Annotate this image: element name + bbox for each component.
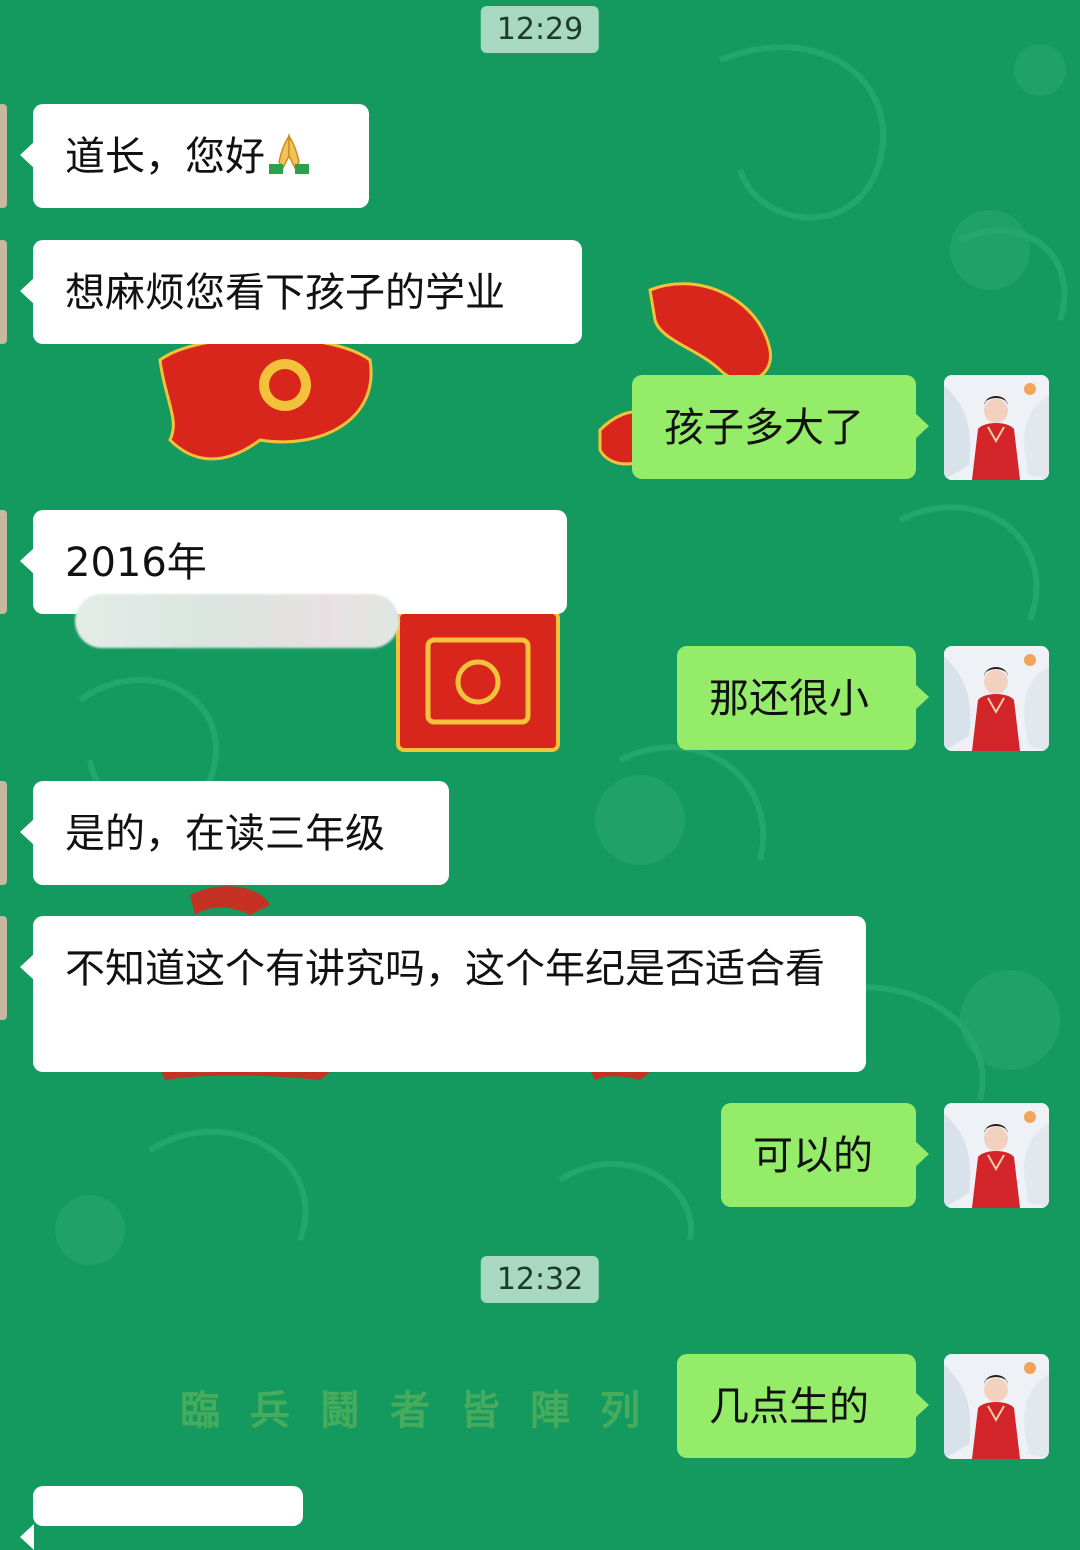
red-robed-figure-icon xyxy=(944,1354,1049,1459)
contact-avatar[interactable] xyxy=(0,916,7,1020)
self-avatar[interactable] xyxy=(944,646,1049,751)
red-fish-ornament xyxy=(158,336,373,461)
message-text: 可以的 xyxy=(753,1133,873,1179)
contact-avatar[interactable] xyxy=(0,240,7,344)
outgoing-message[interactable]: 可以的 xyxy=(721,1103,929,1207)
redacted-text xyxy=(75,594,399,648)
outgoing-message[interactable]: 几点生的 xyxy=(677,1354,929,1458)
message-text: 那还很小 xyxy=(709,676,869,722)
timestamp: 12:32 xyxy=(480,1256,600,1303)
red-character-ornament-middle xyxy=(396,610,560,752)
message-text: 道长，您好 xyxy=(65,134,265,180)
contact-avatar[interactable] xyxy=(0,510,7,614)
self-avatar[interactable] xyxy=(944,1354,1049,1459)
red-robed-figure-icon xyxy=(944,375,1049,480)
message-text: 是的，在读三年级 xyxy=(65,811,385,857)
red-robed-figure-icon xyxy=(944,646,1049,751)
incoming-message[interactable]: 是的，在读三年级 xyxy=(20,781,449,885)
self-avatar[interactable] xyxy=(944,1103,1049,1208)
message-text: 不知道这个有讲究吗，这个年纪是否适合看 xyxy=(65,946,825,992)
incoming-message[interactable]: 道长，您好 xyxy=(20,104,369,208)
folded-hands-icon xyxy=(265,132,313,191)
outgoing-message[interactable]: 那还很小 xyxy=(677,646,929,750)
wallpaper-caption: 臨兵鬪者皆陣列 xyxy=(180,1387,670,1434)
incoming-message[interactable]: 2016年 xyxy=(20,510,567,648)
message-text: 想麻烦您看下孩子的学业 xyxy=(65,270,505,316)
red-robed-figure-icon xyxy=(944,1103,1049,1208)
outgoing-message[interactable]: 孩子多大了 xyxy=(632,375,929,479)
incoming-message[interactable]: 不知道这个有讲究吗，这个年纪是否适合看 xyxy=(20,916,866,1072)
contact-avatar[interactable] xyxy=(0,781,7,885)
incoming-message[interactable]: 想麻烦您看下孩子的学业 xyxy=(20,240,582,344)
incoming-message-partial[interactable] xyxy=(20,1486,303,1550)
self-avatar[interactable] xyxy=(944,375,1049,480)
timestamp: 12:29 xyxy=(480,6,600,53)
message-text: 孩子多大了 xyxy=(664,405,864,451)
message-text: 2016年 xyxy=(65,540,207,586)
contact-avatar[interactable] xyxy=(0,104,7,208)
message-text: 几点生的 xyxy=(709,1384,869,1430)
